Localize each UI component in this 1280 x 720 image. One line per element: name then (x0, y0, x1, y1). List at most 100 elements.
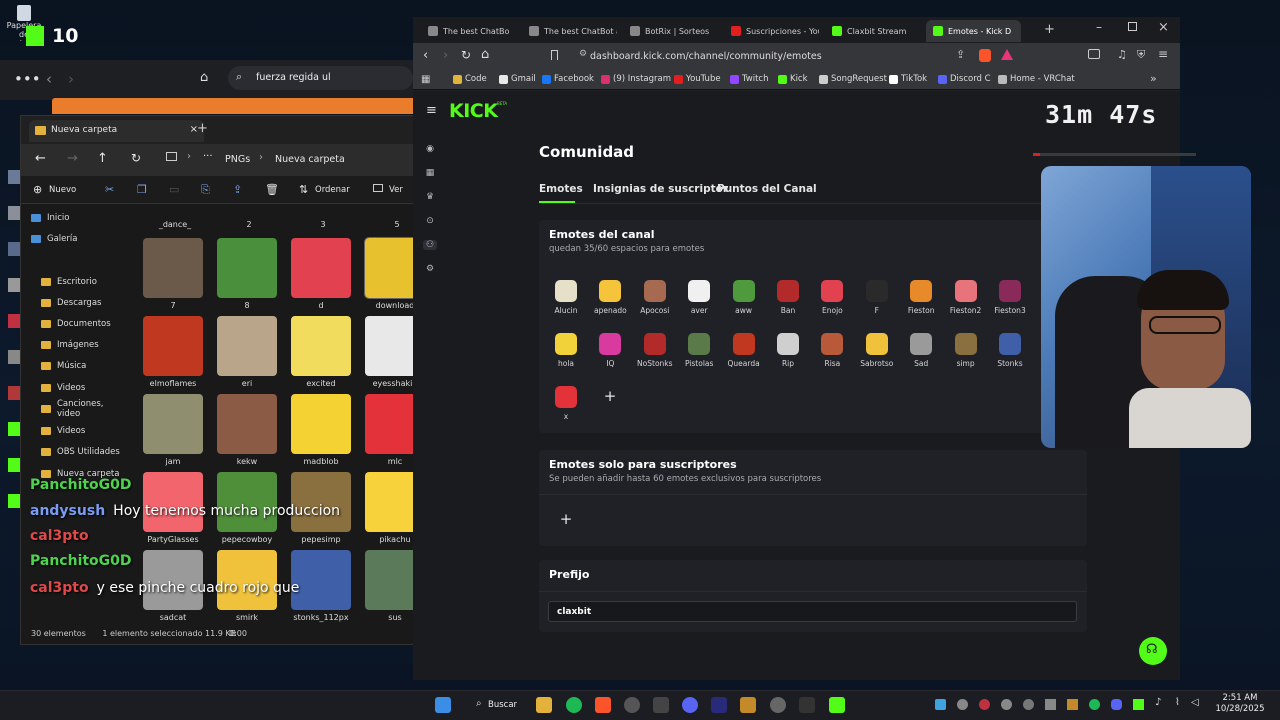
site-info-icon[interactable]: ⚙ (579, 49, 587, 59)
file-tile[interactable]: elmoflames (137, 316, 209, 388)
file-tile[interactable]: jam (137, 394, 209, 466)
tray-icon[interactable] (979, 699, 990, 710)
spotify-tray-icon[interactable] (1089, 699, 1100, 710)
bookmark-item[interactable]: TikTok (889, 74, 927, 84)
minimize-icon[interactable]: – (1096, 20, 1102, 34)
emote-item[interactable]: Risa (810, 333, 854, 368)
bookmark-item[interactable]: Twitch (730, 74, 769, 84)
stream-icon[interactable]: ◉ (425, 144, 435, 154)
kick-logo[interactable]: KICK (449, 100, 498, 122)
music-icon[interactable]: ♫ (1117, 48, 1127, 61)
back-icon[interactable]: ← (35, 151, 46, 166)
brave-icon[interactable] (595, 697, 611, 713)
file-tile[interactable]: kekw (211, 394, 283, 466)
app-icon[interactable] (653, 697, 669, 713)
network-icon[interactable]: ⌇ (1175, 697, 1180, 708)
file-tile-label[interactable]: 2 (213, 220, 285, 229)
taskbar-clock[interactable]: 2:51 AM 10/28/2025 (1210, 693, 1270, 715)
bookmark-item[interactable]: Kick (778, 74, 808, 84)
add-emote-button[interactable]: + (599, 385, 621, 407)
file-tile[interactable]: excited (285, 316, 357, 388)
sidebar-item[interactable]: Imágenes (41, 337, 99, 353)
bookmark-item[interactable]: Home - VRChat (998, 74, 1075, 84)
pc-icon[interactable] (166, 152, 177, 161)
emote-item[interactable]: Fieston2 (944, 280, 988, 315)
tray-icon[interactable] (935, 699, 946, 710)
sidebar-item[interactable]: Galería (31, 231, 77, 247)
forward-arrow-icon[interactable]: › (68, 70, 74, 88)
more-bookmarks-icon[interactable]: » (1150, 72, 1157, 85)
new-button[interactable]: Nuevo (49, 185, 76, 195)
sidebar-item[interactable]: Videos (41, 380, 85, 396)
discord-tray-icon[interactable] (1111, 699, 1122, 710)
folder-icon[interactable] (740, 697, 756, 713)
sidebar-item[interactable]: Documentos (41, 316, 111, 332)
copy-icon[interactable]: ❐ (137, 183, 147, 196)
emote-item[interactable]: hola (544, 333, 588, 368)
home-icon[interactable]: ⌂ (481, 47, 489, 62)
forward-icon[interactable]: → (67, 151, 78, 166)
brave-shield-icon[interactable] (979, 49, 991, 62)
sidebar-item[interactable]: OBS Utilidades (41, 444, 120, 460)
sidebar-item[interactable]: Inicio (31, 210, 70, 226)
back-icon[interactable]: ‹ (423, 48, 428, 63)
trophy-icon[interactable]: ♛ (425, 192, 435, 202)
close-window-icon[interactable]: × (1158, 20, 1169, 35)
browser-tab[interactable]: The best ChatBo (421, 20, 516, 42)
emote-item[interactable]: Stonks (988, 333, 1032, 368)
apps-grid-icon[interactable]: ▦ (421, 74, 430, 85)
tab-emotes[interactable]: Emotes (539, 183, 583, 195)
up-icon[interactable]: ↑ (97, 151, 108, 166)
browser-tab[interactable]: Claxbit Stream (825, 20, 920, 42)
emote-item[interactable]: Quearda (722, 333, 766, 368)
emote-item[interactable]: IQ (588, 333, 632, 368)
taskbar-search-label[interactable]: Buscar (488, 700, 517, 710)
menu-icon[interactable]: ≡ (1158, 47, 1168, 61)
file-explorer-icon[interactable] (536, 697, 552, 713)
rename-icon[interactable]: ⎘ (201, 183, 210, 197)
share-icon[interactable]: ⇪ (233, 183, 242, 196)
sidebar-item[interactable]: Música (41, 358, 86, 374)
breadcrumb-folder[interactable]: Nueva carpeta (275, 154, 345, 165)
emote-item[interactable]: Rip (766, 333, 810, 368)
emote-item[interactable]: Fieston3 (988, 280, 1032, 315)
emote-item[interactable]: Sabrotso (855, 333, 899, 368)
vs-icon[interactable] (711, 697, 727, 713)
back-arrow-icon[interactable]: ‹ (46, 70, 52, 88)
file-tile[interactable]: 8 (211, 238, 283, 310)
bookmark-item[interactable]: SongRequest (819, 74, 887, 84)
file-tile[interactable]: d (285, 238, 357, 310)
browser-tab[interactable]: Emotes - Kick D (926, 20, 1021, 42)
new-tab-icon[interactable]: + (1044, 22, 1055, 37)
file-tile-label[interactable]: 3 (287, 220, 359, 229)
emote-item[interactable]: Ban (766, 280, 810, 315)
emote-item[interactable]: apenado (588, 280, 632, 315)
breadcrumb-pngs[interactable]: PNGs (225, 154, 250, 165)
chrome-icon[interactable] (770, 697, 786, 713)
maximize-icon[interactable] (1128, 22, 1137, 31)
sort-button[interactable]: Ordenar (315, 185, 350, 195)
settings-gear-icon[interactable]: ⚙ (425, 264, 435, 274)
sidebar-icon[interactable] (1088, 49, 1100, 59)
moderation-icon[interactable]: ⊙ (425, 216, 435, 226)
cut-icon[interactable]: ✂ (105, 183, 114, 196)
community-icon[interactable]: ⚇ (423, 240, 437, 250)
discord-icon[interactable] (682, 697, 698, 713)
volume-icon[interactable]: ◁ (1191, 697, 1199, 708)
delete-icon[interactable]: 🗑 (265, 183, 279, 196)
hamburger-menu-icon[interactable]: ≡ (426, 103, 437, 118)
refresh-icon[interactable]: ↻ (131, 151, 141, 165)
sidebar-item[interactable]: Canciones, video (41, 399, 129, 419)
file-tile[interactable]: 7 (137, 238, 209, 310)
tray-icon[interactable] (1067, 699, 1078, 710)
tab-channel-points[interactable]: Puntos del Canal (717, 183, 817, 195)
more-icon[interactable]: ••• (14, 70, 41, 88)
file-tile-label[interactable]: _dance_ (139, 220, 211, 229)
browser-tab[interactable]: The best ChatBot an (522, 20, 617, 42)
url-field[interactable]: dashboard.kick.com/channel/community/emo… (590, 47, 970, 67)
tray-icon[interactable] (957, 699, 968, 710)
browser-tab[interactable]: Suscripciones - You (724, 20, 819, 42)
bookmark-item[interactable]: Code (453, 74, 487, 84)
sidebar-item[interactable]: Escritorio (41, 274, 97, 290)
emote-item[interactable]: aww (722, 280, 766, 315)
